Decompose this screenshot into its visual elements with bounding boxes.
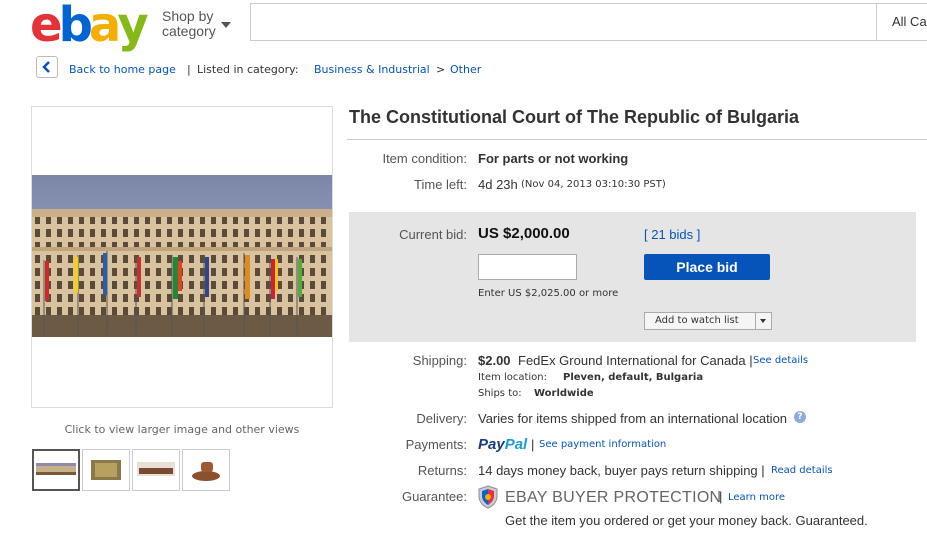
ships-to-label: Ships to:	[478, 388, 522, 399]
shipping-label: Shipping:	[412, 353, 467, 368]
help-icon[interactable]: ?	[794, 411, 806, 423]
shipping-see-details-link[interactable]: See details	[753, 355, 808, 366]
breadcrumb-separator: |	[187, 63, 191, 76]
watch-dropdown-toggle[interactable]	[755, 313, 771, 329]
guarantee-label: Guarantee:	[401, 489, 467, 504]
title-divider	[347, 139, 927, 140]
returns-value: 14 days money back, buyer pays return sh…	[478, 463, 765, 478]
item-location-value: Pleven, default, Bulgaria	[563, 372, 704, 383]
shop-by-label: Shop by	[162, 8, 214, 24]
current-bid-value: US $2,000.00	[478, 225, 570, 242]
ships-to-value: Worldwide	[534, 388, 594, 399]
chevron-left-icon	[42, 61, 50, 73]
place-bid-button[interactable]: Place bid	[644, 254, 770, 280]
listed-in-label: Listed in category:	[197, 63, 299, 76]
time-left-value: 4d 23h	[478, 177, 518, 192]
payments-label: Payments:	[405, 437, 467, 452]
condition-label: Item condition:	[382, 151, 467, 166]
end-time: (Nov 04, 2013 03:10:30 PST)	[521, 179, 666, 190]
back-to-home-link[interactable]: Back to home page	[69, 63, 176, 76]
thumbnail-2[interactable]	[82, 449, 130, 491]
main-image[interactable]	[32, 175, 332, 337]
chevron-down-icon	[760, 319, 766, 323]
delivery-value: Varies for items shipped from an interna…	[478, 411, 788, 426]
logo-e: e	[30, 0, 63, 53]
time-left-label: Time left:	[414, 177, 467, 192]
category-select[interactable]: All Categories	[876, 3, 927, 41]
delivery-label: Delivery:	[416, 411, 467, 426]
bid-amount-input[interactable]	[478, 254, 577, 280]
gallery-caption: Click to view larger image and other vie…	[64, 423, 300, 436]
thumbnail-3[interactable]	[132, 449, 180, 491]
shop-by-category-button[interactable]: Shop by category	[162, 9, 216, 39]
add-to-watch-list-button[interactable]: Add to watch list	[644, 312, 772, 330]
breadcrumb-category-business[interactable]: Business & Industrial	[314, 63, 430, 76]
current-bid-label: Current bid:	[399, 227, 467, 242]
breadcrumb-chevron: >	[436, 63, 446, 76]
shield-icon	[478, 485, 498, 509]
returns-label: Returns:	[417, 463, 467, 478]
payment-information-link[interactable]: See payment information	[539, 439, 666, 450]
category-label: category	[162, 23, 216, 39]
logo-b: b	[58, 0, 93, 53]
condition-value: For parts or not working	[478, 151, 629, 166]
bid-hint: Enter US $2,025.00 or more	[478, 288, 619, 299]
guarantee-text: Get the item you ordered or get your mon…	[505, 513, 868, 528]
bid-count-link[interactable]: [ 21 bids ]	[644, 227, 700, 242]
thumbnail-4[interactable]	[182, 449, 230, 491]
search-input[interactable]	[250, 3, 876, 41]
buyer-protection-brand: EBAY BUYER PROTECTION	[505, 489, 722, 506]
breadcrumb-category-other[interactable]: Other	[450, 63, 481, 76]
returns-read-details-link[interactable]: Read details	[771, 465, 833, 476]
watch-list-label: Add to watch list	[655, 315, 739, 326]
thumbnail-1[interactable]	[32, 449, 80, 491]
guarantee-separator: |	[719, 489, 723, 504]
shipping-cost: $2.00	[478, 353, 511, 368]
paypal-pay: Pay	[478, 436, 505, 453]
guarantee-learn-more-link[interactable]: Learn more	[728, 492, 785, 503]
item-title: The Constitutional Court of The Republic…	[349, 107, 799, 127]
paypal-pal: Pal	[504, 436, 528, 453]
shipping-method: FedEx Ground International for Canada |	[518, 353, 753, 368]
chevron-down-icon[interactable]	[221, 22, 231, 28]
logo-a: a	[88, 0, 121, 53]
back-button[interactable]	[36, 56, 58, 78]
ebay-logo[interactable]: ebay	[30, 0, 149, 53]
item-location-label: Item location:	[478, 372, 547, 383]
logo-y: y	[117, 0, 148, 53]
payments-separator: |	[531, 437, 535, 452]
paypal-logo: PayPal	[478, 436, 527, 453]
